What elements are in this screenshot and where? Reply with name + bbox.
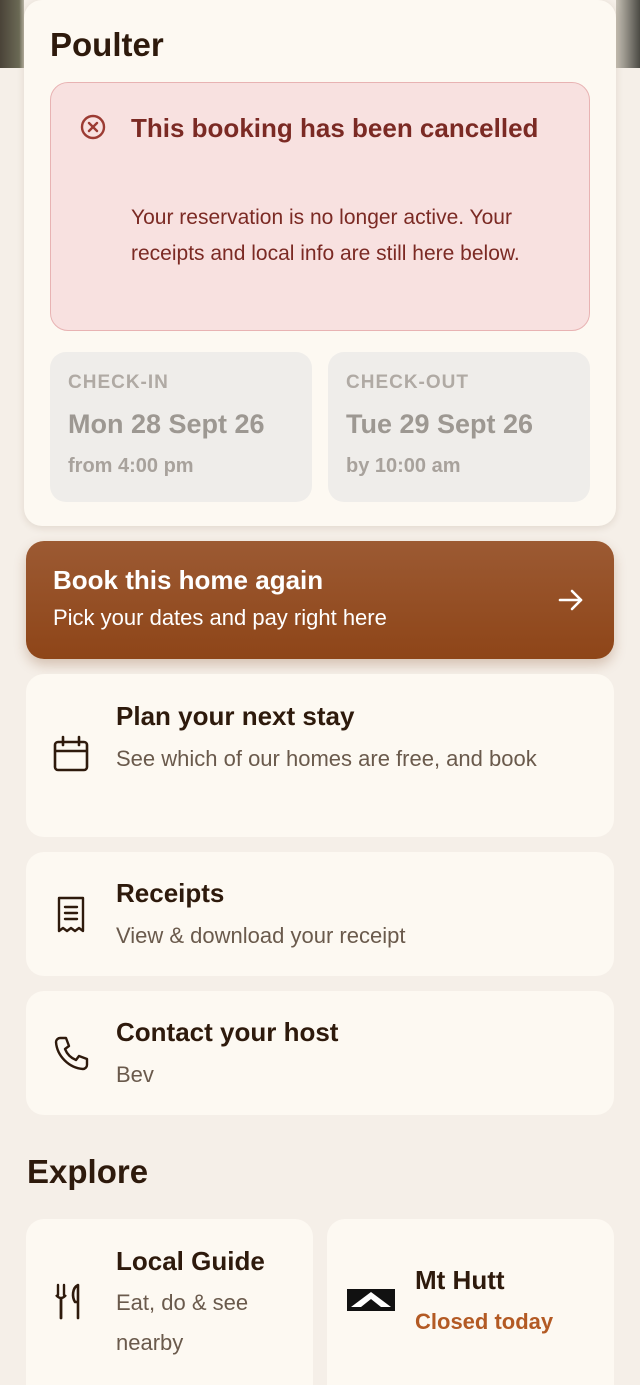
arrow-right-icon <box>558 589 583 611</box>
cancellation-title: This booking has been cancelled <box>131 113 539 143</box>
calendar-icon <box>53 735 89 772</box>
contact-title: Contact your host <box>116 1017 339 1047</box>
checkout-label: CHECK-OUT <box>346 372 469 393</box>
checkin-box: CHECK-IN Mon 28 Sept 26 from 4:00 pm <box>50 352 312 502</box>
host-name: Bev <box>116 1062 154 1087</box>
mt-hutt-status: Closed today <box>415 1309 554 1334</box>
checkin-date: Mon 28 Sept 26 <box>68 409 265 439</box>
book-again-subtitle: Pick your dates and pay right here <box>53 605 387 630</box>
receipt-icon <box>57 896 85 933</box>
checkout-box: CHECK-OUT Tue 29 Sept 26 by 10:00 am <box>328 352 590 502</box>
x-circle-icon <box>80 114 106 140</box>
booking-card: Poulter This booking has been cancelled … <box>24 0 616 526</box>
plan-subtitle: See which of our homes are free, and boo… <box>116 746 537 771</box>
cancellation-notice: This booking has been cancelled Your res… <box>50 82 590 331</box>
mt-hutt-title: Mt Hutt <box>415 1265 505 1295</box>
mountain-icon <box>347 1289 395 1311</box>
receipts-title: Receipts <box>116 878 225 908</box>
cancellation-message: Your reservation is no longer active. Yo… <box>131 206 520 265</box>
checkin-time: from 4:00 pm <box>68 455 194 477</box>
checkout-date: Tue 29 Sept 26 <box>346 409 534 439</box>
local-guide-subtitle: Eat, do & see nearby <box>116 1290 249 1355</box>
checkout-time: by 10:00 am <box>346 455 461 477</box>
local-guide-tile[interactable]: Local Guide Eat, do & see nearby <box>26 1219 313 1385</box>
receipts-card[interactable]: Receipts View & download your receipt <box>26 852 614 976</box>
checkin-label: CHECK-IN <box>68 372 169 393</box>
book-again-button[interactable]: Book this home again Pick your dates and… <box>26 541 614 659</box>
phone-icon <box>54 1036 89 1071</box>
mt-hutt-tile[interactable]: Mt Hutt Closed today <box>327 1219 614 1385</box>
plan-next-stay-card[interactable]: Plan your next stay See which of our hom… <box>26 674 614 837</box>
cutlery-icon <box>55 1283 80 1320</box>
property-title: Poulter <box>50 26 164 63</box>
explore-heading: Explore <box>27 1153 149 1190</box>
receipts-subtitle: View & download your receipt <box>116 923 406 948</box>
local-guide-title: Local Guide <box>116 1246 265 1276</box>
plan-title: Plan your next stay <box>116 701 355 731</box>
contact-host-card[interactable]: Contact your host Bev <box>26 991 614 1115</box>
book-again-title: Book this home again <box>53 565 324 595</box>
